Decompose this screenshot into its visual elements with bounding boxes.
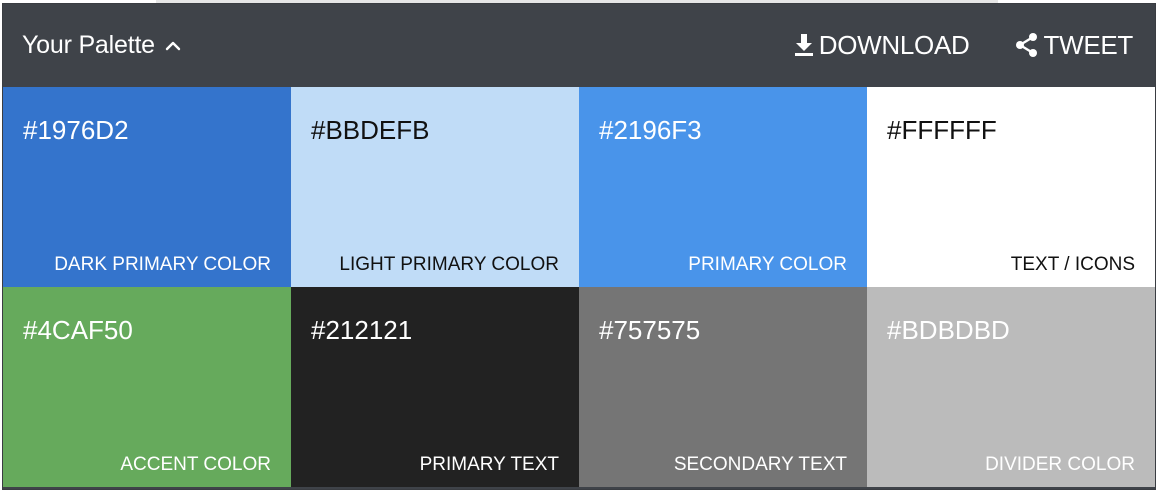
swatch-label: LIGHT PRIMARY COLOR bbox=[339, 254, 559, 275]
swatch-light-primary[interactable]: #BBDEFB LIGHT PRIMARY COLOR bbox=[291, 87, 579, 287]
swatch-accent[interactable]: #4CAF50 ACCENT COLOR bbox=[3, 287, 291, 487]
download-icon bbox=[793, 32, 815, 58]
swatch-dark-primary[interactable]: #1976D2 DARK PRIMARY COLOR bbox=[3, 87, 291, 287]
swatch-hex: #FFFFFF bbox=[887, 115, 997, 145]
swatch-label: ACCENT COLOR bbox=[120, 454, 271, 475]
swatch-hex: #1976D2 bbox=[23, 115, 129, 145]
tweet-label: TWEET bbox=[1043, 30, 1134, 60]
swatch-divider[interactable]: #BDBDBD DIVIDER COLOR bbox=[867, 287, 1155, 487]
download-button[interactable]: DOWNLOAD bbox=[793, 29, 970, 61]
palette-toggle[interactable]: Your Palette bbox=[22, 30, 181, 60]
header-actions: DOWNLOAD TWEET bbox=[793, 29, 1133, 61]
swatch-hex: #212121 bbox=[311, 315, 413, 345]
swatch-hex: #757575 bbox=[599, 315, 701, 345]
swatch-secondary-text[interactable]: #757575 SECONDARY TEXT bbox=[579, 287, 867, 487]
swatch-hex: #2196F3 bbox=[599, 115, 702, 145]
swatch-label: PRIMARY TEXT bbox=[419, 454, 559, 475]
swatch-primary[interactable]: #2196F3 PRIMARY COLOR bbox=[579, 87, 867, 287]
swatch-primary-text[interactable]: #212121 PRIMARY TEXT bbox=[291, 287, 579, 487]
palette-grid: #1976D2 DARK PRIMARY COLOR #BBDEFB LIGHT… bbox=[3, 87, 1155, 487]
download-label: DOWNLOAD bbox=[818, 30, 970, 60]
swatch-text-icons[interactable]: #FFFFFF TEXT / ICONS bbox=[867, 87, 1155, 287]
swatch-hex: #BDBDBD bbox=[887, 315, 1010, 345]
tweet-button[interactable]: TWEET bbox=[1014, 29, 1134, 61]
swatch-hex: #BBDEFB bbox=[311, 115, 430, 145]
swatch-label: DIVIDER COLOR bbox=[985, 454, 1135, 475]
swatch-label: PRIMARY COLOR bbox=[688, 254, 847, 275]
share-icon bbox=[1014, 32, 1040, 58]
palette-title: Your Palette bbox=[22, 31, 155, 59]
swatch-label: DARK PRIMARY COLOR bbox=[54, 254, 271, 275]
palette-panel: Your Palette DOWNLOAD TWEET #1976D2 DARK… bbox=[2, 3, 1156, 490]
swatch-label: SECONDARY TEXT bbox=[673, 454, 847, 475]
palette-header: Your Palette DOWNLOAD TWEET bbox=[3, 4, 1155, 86]
swatch-hex: #4CAF50 bbox=[23, 315, 133, 345]
chevron-up-icon bbox=[165, 39, 181, 51]
swatch-label: TEXT / ICONS bbox=[1010, 254, 1135, 275]
